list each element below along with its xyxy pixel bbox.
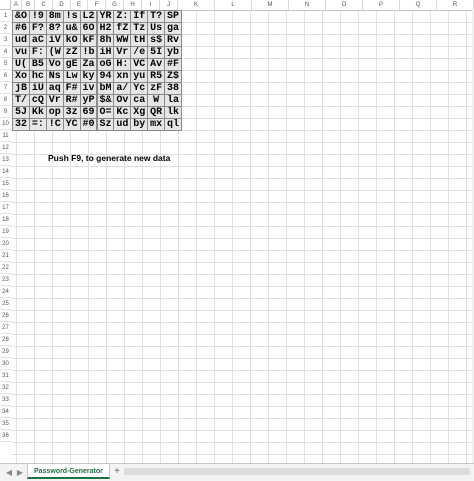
row-header-1[interactable]: 1 [0,10,11,22]
row-header-28[interactable]: 28 [0,334,11,346]
column-header-e[interactable]: E [71,0,88,10]
tab-password-generator[interactable]: Password-Generator [27,464,110,479]
row-header-35[interactable]: 35 [0,418,11,430]
column-header-g[interactable]: G [106,0,124,10]
row-header-15[interactable]: 15 [0,178,11,190]
password-cell[interactable]: #0 [79,118,98,131]
column-header-c[interactable]: C [35,0,53,10]
row-header-14[interactable]: 14 [0,166,11,178]
row-header-6[interactable]: 6 [0,70,11,82]
row-header-20[interactable]: 20 [0,238,11,250]
row-header-9[interactable]: 9 [0,106,11,118]
password-cell[interactable]: =: [28,118,47,131]
sheet-tab-bar: ◀ ▶ Password-Generator + [0,463,474,481]
column-header-a[interactable]: A [11,0,22,10]
row-header-11[interactable]: 11 [0,130,11,142]
password-cell[interactable]: mx [147,118,166,131]
row-header-13[interactable]: 13 [0,154,11,166]
row-header-30[interactable]: 30 [0,358,11,370]
column-header-h[interactable]: H [124,0,142,10]
password-cell[interactable]: Sz [96,118,115,131]
row-header-21[interactable]: 21 [0,250,11,262]
row-header-32[interactable]: 32 [0,382,11,394]
password-cell[interactable]: ud [113,118,132,131]
row-header-12[interactable]: 12 [0,142,11,154]
row-header-33[interactable]: 33 [0,394,11,406]
column-header-m[interactable]: M [252,0,289,10]
next-sheet-icon[interactable]: ▶ [15,468,25,478]
row-header-17[interactable]: 17 [0,202,11,214]
column-header-p[interactable]: P [363,0,400,10]
password-cell[interactable]: ql [164,118,182,131]
select-all-corner[interactable] [0,0,11,10]
password-cell[interactable]: !C [45,118,64,131]
column-header-k[interactable]: K [178,0,215,10]
password-cell[interactable]: by [130,118,149,131]
row-header-2[interactable]: 2 [0,22,11,34]
column-header-l[interactable]: L [215,0,252,10]
password-cell[interactable]: YC [62,118,81,131]
password-cell[interactable]: 32 [12,118,30,131]
row-header-24[interactable]: 24 [0,286,11,298]
column-header-q[interactable]: Q [400,0,437,10]
horizontal-scrollbar[interactable] [124,468,470,475]
row-header-25[interactable]: 25 [0,298,11,310]
row-header-5[interactable]: 5 [0,58,11,70]
row-header-31[interactable]: 31 [0,370,11,382]
row-header-7[interactable]: 7 [0,82,11,94]
column-header-f[interactable]: F [88,0,106,10]
row-header-3[interactable]: 3 [0,34,11,46]
column-header-j[interactable]: J [160,0,178,10]
column-header-r[interactable]: R [437,0,474,10]
row-header-26[interactable]: 26 [0,310,11,322]
row-header-10[interactable]: 10 [0,118,11,130]
instruction-note[interactable]: Push F9, to generate new data [48,153,170,163]
row-header-27[interactable]: 27 [0,322,11,334]
prev-sheet-icon[interactable]: ◀ [4,468,14,478]
column-header-n[interactable]: N [289,0,326,10]
column-header-i[interactable]: I [142,0,160,10]
column-header-d[interactable]: D [53,0,71,10]
row-header-19[interactable]: 19 [0,226,11,238]
row-header-8[interactable]: 8 [0,94,11,106]
spreadsheet-area: ABCDEFGHIJKLMNOPQR 1 2 3 4 5 6 7 8 9 10 11 12 13 14 15… [0,0,474,463]
row-header-18[interactable]: 18 [0,214,11,226]
row-header-16[interactable]: 16 [0,190,11,202]
row-header-23[interactable]: 23 [0,274,11,286]
add-sheet-button[interactable]: + [112,466,122,478]
row-header-36[interactable]: 36 [0,430,11,442]
row-header-34[interactable]: 34 [0,406,11,418]
row-header-29[interactable]: 29 [0,346,11,358]
column-header-b[interactable]: B [22,0,35,10]
column-header-o[interactable]: O [326,0,363,10]
row-header-22[interactable]: 22 [0,262,11,274]
row-header-4[interactable]: 4 [0,46,11,58]
